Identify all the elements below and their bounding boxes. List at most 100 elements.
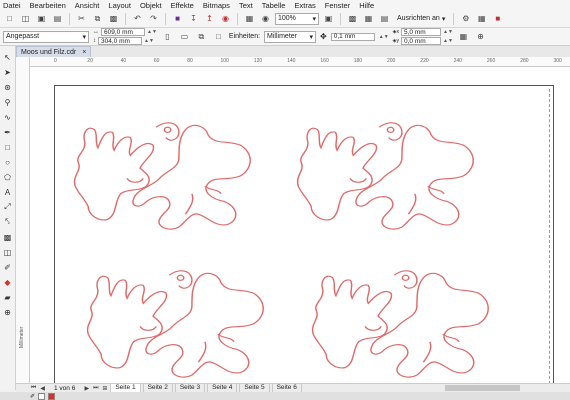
redo-icon[interactable]: ↷ — [147, 12, 160, 25]
menu-bar: Datei Bearbeiten Ansicht Layout Objekt E… — [0, 0, 570, 10]
copy-icon[interactable]: ⧉ — [91, 12, 104, 25]
menu-tabelle[interactable]: Tabelle — [262, 1, 286, 10]
save-icon[interactable]: ▣ — [35, 12, 48, 25]
artistic-media-icon[interactable]: ✒ — [2, 126, 13, 138]
duplicate-x-field[interactable]: 5,0 mm — [401, 28, 442, 36]
ruler-tick-label: 60 — [153, 58, 160, 64]
ruler-tick-label: 220 — [420, 58, 429, 64]
spinner-icon[interactable]: ▲▼ — [379, 34, 389, 40]
duplicate-y-field[interactable]: 0,0 mm — [401, 37, 442, 45]
first-page-icon[interactable]: ⏮ — [30, 385, 37, 392]
menu-datei[interactable]: Datei — [3, 1, 21, 10]
spinner-icon[interactable]: ▲▼ — [443, 38, 453, 44]
guidelines-icon[interactable]: ▤ — [378, 12, 391, 25]
add-icon[interactable]: ⊕ — [474, 30, 487, 43]
rulers-icon[interactable]: ▩ — [346, 12, 359, 25]
welcome-screen-icon[interactable]: ◉ — [259, 12, 272, 25]
rectangle-tool-icon[interactable]: □ — [2, 141, 13, 153]
menu-text[interactable]: Text — [239, 1, 253, 10]
chevron-down-icon: ▾ — [82, 33, 86, 41]
document-tab[interactable]: Moos und Filz.cdr × — [16, 46, 92, 57]
all-pages-icon[interactable]: ⧉ — [195, 30, 208, 43]
ruler-tick-label: 180 — [353, 58, 363, 64]
close-icon[interactable]: × — [82, 49, 86, 56]
menu-hilfe[interactable]: Hilfe — [359, 1, 374, 10]
units-select[interactable]: Millimeter ▾ — [264, 30, 317, 43]
page-options-icon[interactable]: ▦ — [457, 30, 470, 43]
interactive-fill-icon[interactable]: ◆ — [2, 276, 13, 288]
next-page-icon[interactable]: ▶ — [83, 385, 90, 392]
ruler-tick-label: 80 — [187, 58, 193, 64]
snap-to-dropdown[interactable]: Ausrichten an ▾ — [394, 15, 448, 23]
new-document-icon[interactable]: □ — [3, 12, 16, 25]
ellipse-tool-icon[interactable]: ○ — [2, 156, 13, 168]
full-screen-icon[interactable]: ▣ — [322, 12, 335, 25]
page-width-field[interactable]: 609,0 mm — [101, 28, 145, 36]
undo-icon[interactable]: ↶ — [131, 12, 144, 25]
last-page-icon[interactable]: ⏭ — [92, 385, 99, 392]
previous-page-icon[interactable]: ◀ — [39, 385, 46, 392]
spinner-icon[interactable]: ▲▼ — [144, 38, 154, 44]
polygon-tool-icon[interactable]: ⬠ — [2, 171, 13, 183]
landscape-icon[interactable]: ▭ — [178, 30, 191, 43]
no-color-swatch[interactable] — [38, 392, 46, 400]
horizontal-ruler[interactable]: 0 20 40 60 80 100 120 140 160 180 200 220 240 260 280 3… — [30, 57, 570, 67]
text-tool-icon[interactable]: A — [2, 186, 13, 198]
menu-fenster[interactable]: Fenster — [325, 1, 350, 10]
publish-pdf-icon[interactable]: ◉ — [219, 12, 232, 25]
menu-bearbeiten[interactable]: Bearbeiten — [30, 1, 66, 10]
menu-bitmaps[interactable]: Bitmaps — [203, 1, 230, 10]
export-icon[interactable]: ↥ — [203, 12, 216, 25]
menu-effekte[interactable]: Effekte — [171, 1, 194, 10]
options-icon[interactable]: ⚙ — [459, 12, 472, 25]
connector-tool-icon[interactable]: ⤣ — [2, 216, 13, 228]
smart-fill-icon[interactable]: ▰ — [2, 291, 13, 303]
horizontal-scrollbar[interactable] — [445, 385, 520, 391]
drop-shadow-icon[interactable]: ▩ — [2, 231, 13, 243]
import-icon[interactable]: ↧ — [187, 12, 200, 25]
freehand-tool-icon[interactable]: ∿ — [2, 111, 13, 123]
crop-tool-icon[interactable]: ⊛ — [2, 81, 13, 93]
color-swatch[interactable] — [48, 392, 56, 400]
transparency-tool-icon[interactable]: ◫ — [2, 246, 13, 258]
zoom-tool-icon[interactable]: ⚲ — [2, 96, 13, 108]
zoom-select[interactable]: 100% ▾ — [275, 12, 319, 25]
cut-icon[interactable]: ✂ — [75, 12, 88, 25]
portrait-icon[interactable]: ▯ — [161, 30, 174, 43]
ruler-tick-label: 120 — [253, 58, 263, 64]
search-content-icon[interactable]: ■ — [171, 12, 184, 25]
document-tabs: Moos und Filz.cdr × — [16, 46, 570, 57]
drawing-canvas[interactable] — [30, 67, 570, 383]
add-page-icon[interactable]: ⊞ — [101, 385, 108, 392]
eyedropper-icon[interactable]: ✐ — [30, 393, 35, 400]
shape-tool-icon[interactable]: ➤ — [2, 66, 13, 78]
parallel-dimension-icon[interactable]: ⤢ — [2, 201, 13, 213]
launch-icon[interactable]: ▦ — [475, 12, 488, 25]
width-icon: ↔ — [93, 29, 99, 35]
snap-to-label: Ausrichten an — [397, 15, 440, 22]
add-tool-icon[interactable]: ⊕ — [2, 306, 13, 318]
paste-icon[interactable]: ▩ — [107, 12, 120, 25]
nudge-distance-field[interactable]: 0,1 mm — [330, 32, 375, 41]
page-height-field[interactable]: 304,0 mm — [98, 37, 142, 45]
current-page-icon[interactable]: □ — [212, 30, 225, 43]
color-palette-icon[interactable]: ■ — [491, 12, 504, 25]
menu-layout[interactable]: Layout — [108, 1, 131, 10]
pick-tool-icon[interactable]: ↖ — [2, 51, 13, 63]
menu-objekt[interactable]: Objekt — [140, 1, 162, 10]
separator — [165, 12, 166, 25]
spinner-icon[interactable]: ▲▼ — [443, 29, 453, 35]
units-label: Einheiten: — [228, 33, 261, 40]
print-icon[interactable]: ▤ — [51, 12, 64, 25]
separator — [340, 12, 341, 25]
paper-preset-select[interactable]: Angepasst ▾ — [3, 30, 89, 43]
moose-artwork[interactable] — [30, 67, 570, 383]
spinner-icon[interactable]: ▲▼ — [147, 29, 157, 35]
chevron-down-icon: ▾ — [309, 33, 314, 41]
open-icon[interactable]: ◫ — [19, 12, 32, 25]
eyedropper-icon[interactable]: ✐ — [2, 261, 13, 273]
grid-icon[interactable]: ▦ — [362, 12, 375, 25]
app-launcher-icon[interactable]: ▦ — [243, 12, 256, 25]
menu-extras[interactable]: Extras — [294, 1, 315, 10]
menu-ansicht[interactable]: Ansicht — [75, 1, 100, 10]
